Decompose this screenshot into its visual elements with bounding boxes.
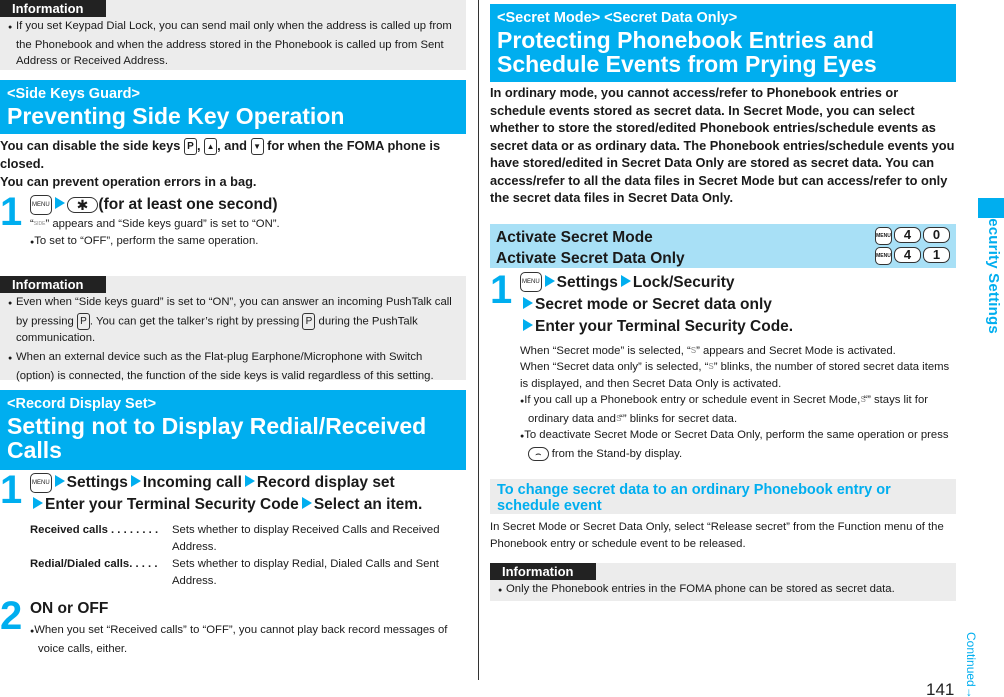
- section-subtitle: <Side Keys Guard>: [7, 86, 140, 102]
- definition-row: Received calls . . . . . . . . Sets whet…: [30, 522, 466, 556]
- side-key-icon: P: [76, 312, 90, 330]
- up-key-icon: ▲: [204, 138, 218, 156]
- activate-row: Activate Secret Data Only MENU 4 1: [496, 246, 950, 269]
- information-tag: Information: [490, 563, 596, 580]
- down-key-icon: ▼: [250, 138, 264, 156]
- bullet-icon: ●: [8, 24, 13, 31]
- arrow-icon: [620, 274, 631, 287]
- bullet-icon: ●: [498, 587, 503, 594]
- section-title: Preventing Side Key Operation: [7, 103, 345, 129]
- section-title: Setting not to Display Redial/Received C…: [7, 413, 427, 464]
- column-divider: [478, 0, 479, 680]
- menu-key-icon: MENU: [520, 272, 542, 293]
- step-text: ON or OFF: [30, 600, 109, 618]
- end-call-key-icon: ⌢: [528, 446, 549, 461]
- subsection-heading: To change secret data to an ordinary Pho…: [490, 479, 956, 514]
- activate-row: Activate Secret Mode MENU 4 0: [496, 226, 950, 248]
- menu-path-item: Enter your Terminal Security Code: [45, 496, 299, 514]
- key-0-icon: 0: [923, 226, 950, 243]
- arrow-icon: [54, 197, 65, 210]
- menu-key-icon: MENU: [30, 473, 52, 494]
- menu-path-item: Incoming call: [142, 474, 242, 492]
- key-1-icon: 1: [923, 246, 950, 263]
- continued-arrow-icon: →: [964, 686, 978, 697]
- step-note: When “Secret data only” is selected, “S”…: [520, 361, 950, 390]
- star-key-icon: ✱: [66, 197, 99, 214]
- menu-path-item: Enter your Terminal Security Code.: [535, 317, 794, 335]
- menu-path-item: Select an item.: [313, 496, 423, 514]
- section-subtitle: <Record Display Set>: [7, 396, 157, 413]
- arrow-icon: [244, 475, 255, 488]
- key-4-icon: 4: [894, 246, 921, 263]
- side-key-icon: P: [183, 138, 197, 156]
- shortcut-keys: MENU 4 0: [875, 226, 950, 245]
- bullet-icon: ●: [8, 300, 13, 308]
- section-header-secret: <Secret Mode> <Secret Data Only> Protect…: [490, 4, 956, 82]
- chapter-title: Security Settings: [985, 208, 1002, 334]
- information-box: Information ● Only the Phonebook entries …: [490, 563, 956, 601]
- step-number: 1: [490, 267, 513, 312]
- definition-desc: Sets whether to display Received Calls a…: [172, 524, 440, 554]
- arrow-icon: [130, 475, 141, 488]
- activate-shortcuts: Activate Secret Mode MENU 4 0 Activate S…: [490, 223, 956, 269]
- step-bullet: ●When you set “Received calls” to “OFF”,…: [30, 624, 448, 655]
- menu-path-item: Settings: [556, 273, 618, 291]
- menu-key-icon: MENU: [875, 226, 892, 245]
- section-title: Protecting Phonebook Entries and Schedul…: [497, 27, 877, 77]
- arrow-icon: [33, 497, 43, 510]
- information-tag: Information: [0, 276, 106, 294]
- menu-key-icon: MENU: [875, 246, 892, 265]
- arrow-icon: [523, 296, 533, 309]
- step-1-record-display: 1 MENU Settings Incoming call Record displa…: [0, 468, 466, 590]
- step-number: 1: [0, 468, 23, 513]
- bullet-icon: ●: [8, 355, 13, 363]
- section-subtitle: <Secret Mode> <Secret Data Only>: [497, 10, 738, 26]
- arrow-icon: [54, 475, 65, 488]
- page-number: 141: [926, 680, 955, 697]
- section-header-side-keys: <Side Keys Guard> Preventing Side Key Op…: [0, 80, 466, 134]
- information-box: Information ● Even when “Side keys guard”…: [0, 276, 466, 382]
- step-1-side-keys: 1 MENU ✱ (for at least one second) “SIDE” …: [0, 190, 466, 272]
- definition-desc: Sets whether to display Redial, Dialed C…: [172, 558, 439, 588]
- menu-path-item: Settings: [66, 474, 128, 492]
- step-note: “SIDE” appears and “Side keys guard” is …: [30, 218, 280, 231]
- arrow-icon: [301, 497, 312, 510]
- definition-term: Received calls . . . . . . . .: [30, 524, 159, 537]
- section-lead: In ordinary mode, you cannot access/refe…: [490, 85, 955, 205]
- key-4-icon: 4: [894, 226, 921, 243]
- step-bullet: ●To deactivate Secret Mode or Secret Dat…: [520, 429, 949, 461]
- information-item: ● If you set Keypad Dial Lock, you can se…: [8, 20, 452, 67]
- right-column: <Secret Mode> <Secret Data Only> Protect…: [490, 0, 956, 601]
- menu-path-item: Record display set: [256, 474, 395, 492]
- information-item: ● Even when “Side keys guard” is set to “…: [8, 296, 452, 344]
- section-header-record-display: <Record Display Set> Setting not to Disp…: [0, 390, 466, 471]
- side-guard-icon: SIDE: [33, 221, 46, 228]
- arrow-icon: [523, 318, 533, 331]
- subsection-text: In Secret Mode or Secret Data Only, sele…: [490, 521, 944, 550]
- information-item: ● When an external device such as the Fla…: [8, 351, 434, 382]
- definition-row: Redial/Dialed calls. . . . . Sets whethe…: [30, 556, 466, 590]
- step-bullet: ●To set to “OFF”, perform the same opera…: [30, 234, 259, 247]
- step-number: 2: [0, 594, 23, 639]
- information-item: ● Only the Phonebook entries in the FOMA …: [490, 581, 956, 600]
- side-key-icon: P: [302, 312, 316, 330]
- arrow-icon: [544, 274, 555, 287]
- menu-key-icon: MENU: [30, 195, 52, 216]
- step-bullet: ●If you call up a Phonebook entry or sch…: [520, 394, 928, 425]
- continued-indicator: Continued→: [964, 632, 978, 697]
- step-1-secret: 1 MENU Settings Lock/Security Secret mode …: [490, 267, 956, 463]
- step-number: 1: [0, 190, 23, 235]
- shortcut-keys: MENU 4 1: [875, 246, 950, 265]
- definition-list: Received calls . . . . . . . . Sets whet…: [30, 522, 466, 590]
- left-column: Information ● If you set Keypad Dial Lock…: [0, 0, 466, 657]
- step-note: When “Secret mode” is selected, “S” appe…: [520, 344, 896, 357]
- information-box: Information ● If you set Keypad Dial Lock…: [0, 0, 466, 70]
- menu-path-item: Secret mode or Secret data only: [535, 295, 772, 313]
- definition-term: Redial/Dialed calls. . . . .: [30, 558, 158, 571]
- section-lead: You can disable the side keys P, ▲, and …: [0, 138, 441, 189]
- step-2-record-display: 2 ON or OFF ●When you set “Received call…: [0, 594, 466, 657]
- information-tag: Information: [0, 0, 106, 17]
- menu-path-item: Lock/Security: [632, 273, 735, 291]
